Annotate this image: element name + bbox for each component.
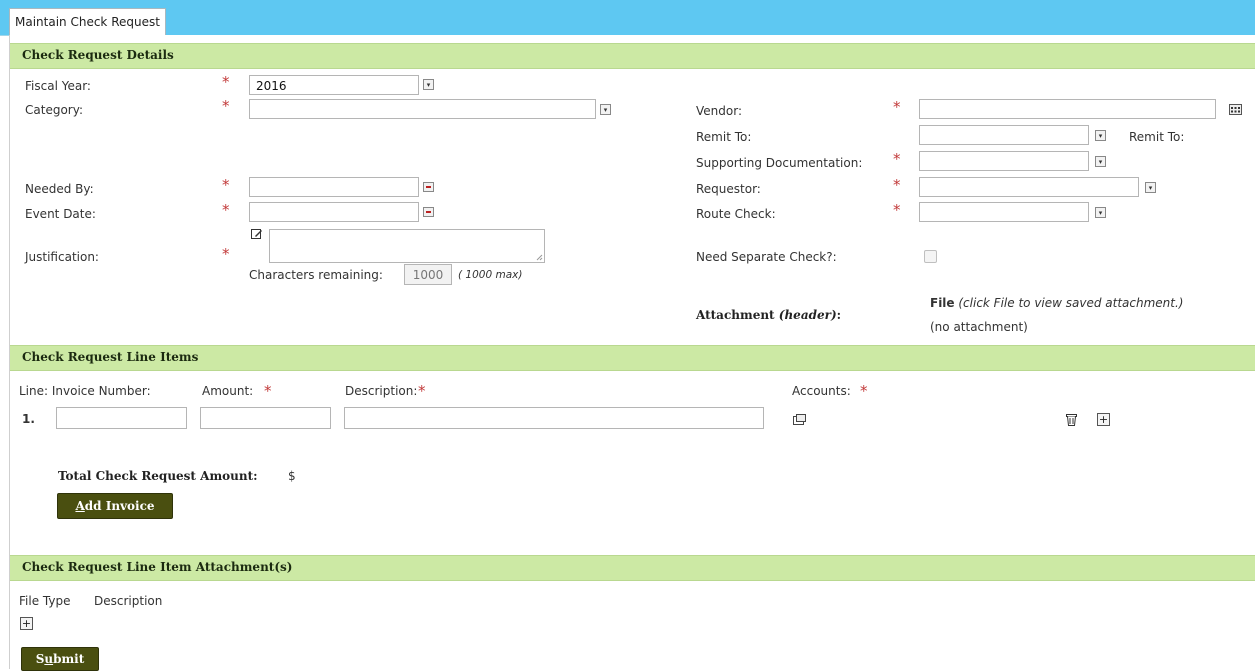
col-amount: Amount: <box>202 384 254 398</box>
fiscal-year-value: 2016 <box>256 79 287 93</box>
invoice-number-input[interactable] <box>56 407 187 429</box>
add-attachment-plus-icon[interactable]: + <box>20 617 33 630</box>
category-label: Category: <box>25 103 83 117</box>
vendor-label: Vendor: <box>696 104 742 118</box>
submit-button[interactable]: Submit <box>21 647 99 671</box>
col-attachment-description: Description <box>94 594 163 608</box>
add-line-plus-icon[interactable]: + <box>1097 413 1110 426</box>
chevron-down-icon[interactable]: ▾ <box>600 104 611 115</box>
tab-maintain-check-request[interactable]: Maintain Check Request <box>9 8 166 35</box>
required-marker: * <box>860 382 868 400</box>
col-description: Description: <box>345 384 418 398</box>
route-check-label: Route Check: <box>696 207 776 221</box>
line-number: 1. <box>22 412 35 426</box>
remit-to-label-secondary: Remit To: <box>1129 130 1185 144</box>
required-marker: * <box>893 201 901 219</box>
file-note: (click File to view saved attachment.) <box>954 296 1184 310</box>
chevron-down-icon[interactable]: ▾ <box>1095 207 1106 218</box>
need-separate-check-checkbox[interactable] <box>924 250 937 263</box>
needed-by-label: Needed By: <box>25 182 94 196</box>
chevron-down-icon[interactable]: ▾ <box>1145 182 1156 193</box>
category-select[interactable] <box>249 99 596 119</box>
amount-input[interactable] <box>200 407 331 429</box>
section-title: Check Request Details <box>22 48 174 62</box>
section-title: Check Request Line Items <box>22 350 199 364</box>
need-separate-check-label: Need Separate Check?: <box>696 250 837 264</box>
chevron-down-icon[interactable]: ▾ <box>1095 130 1106 141</box>
fiscal-year-select[interactable]: 2016 <box>249 75 419 95</box>
required-marker: * <box>893 150 901 168</box>
col-file-type: File Type <box>19 594 71 608</box>
submit-accesskey: u <box>44 652 54 666</box>
edit-icon[interactable] <box>251 228 263 240</box>
chevron-down-icon[interactable]: ▾ <box>1095 156 1106 167</box>
supporting-documentation-select[interactable] <box>919 151 1089 171</box>
file-link[interactable]: File <box>930 296 955 310</box>
trash-icon[interactable] <box>1066 413 1077 426</box>
section-check-request-line-items: Check Request Line Items <box>10 345 1255 371</box>
total-amount-label: Total Check Request Amount: <box>58 469 258 483</box>
chevron-down-icon[interactable]: ▾ <box>423 79 434 90</box>
calendar-icon[interactable] <box>423 207 434 217</box>
remit-to-label: Remit To: <box>696 130 752 144</box>
attachment-label-prefix: Attachment <box>696 308 779 322</box>
required-marker: * <box>222 201 230 219</box>
required-marker: * <box>893 176 901 194</box>
characters-remaining-value: 1000 <box>404 264 452 285</box>
characters-max-note: ( 1000 max) <box>458 269 523 281</box>
attachment-file-heading: File (click File to view saved attachmen… <box>930 296 1183 310</box>
description-input[interactable] <box>344 407 764 429</box>
section-title: Check Request Line Item Attachment(s) <box>22 560 293 574</box>
required-marker: * <box>264 382 272 400</box>
required-marker: * <box>893 98 901 116</box>
supporting-documentation-label: Supporting Documentation: <box>696 156 863 170</box>
add-invoice-button[interactable]: Add Invoice <box>57 493 173 519</box>
attachment-label-suffix: : <box>836 308 842 322</box>
event-date-input[interactable] <box>249 202 419 222</box>
characters-remaining-label: Characters remaining: <box>249 268 383 282</box>
fiscal-year-label: Fiscal Year: <box>25 79 91 93</box>
needed-by-input[interactable] <box>249 177 419 197</box>
attachment-header-label: Attachment (header): <box>696 308 841 322</box>
calendar-icon[interactable] <box>423 182 434 192</box>
justification-label: Justification: <box>25 250 99 264</box>
remit-to-select[interactable] <box>919 125 1089 145</box>
required-marker: * <box>222 176 230 194</box>
required-marker: * <box>222 97 230 115</box>
route-check-select[interactable] <box>919 202 1089 222</box>
section-check-request-details: Check Request Details <box>10 43 1255 69</box>
col-accounts: Accounts: <box>792 384 851 398</box>
total-amount-currency: $ <box>288 469 296 483</box>
resize-handle-icon[interactable] <box>536 254 543 261</box>
add-invoice-label: dd Invoice <box>84 499 155 513</box>
requestor-select[interactable] <box>919 177 1139 197</box>
vendor-lookup-icon[interactable] <box>1229 104 1242 115</box>
add-invoice-accesskey: A <box>75 499 85 513</box>
tab-bar: Maintain Check Request <box>0 0 1255 36</box>
vendor-input[interactable] <box>919 99 1216 119</box>
justification-textarea[interactable] <box>269 229 545 263</box>
required-marker: * <box>418 382 426 400</box>
no-attachment-text: (no attachment) <box>930 320 1028 334</box>
requestor-label: Requestor: <box>696 182 761 196</box>
event-date-label: Event Date: <box>25 207 96 221</box>
required-marker: * <box>222 245 230 263</box>
accounts-popup-icon[interactable] <box>793 414 806 425</box>
required-marker: * <box>222 73 230 91</box>
col-line-invoice-number: Line: Invoice Number: <box>19 384 151 398</box>
submit-label-rest: bmit <box>53 652 85 666</box>
section-line-item-attachments: Check Request Line Item Attachment(s) <box>10 555 1255 581</box>
attachment-label-italic: (header) <box>778 308 837 322</box>
